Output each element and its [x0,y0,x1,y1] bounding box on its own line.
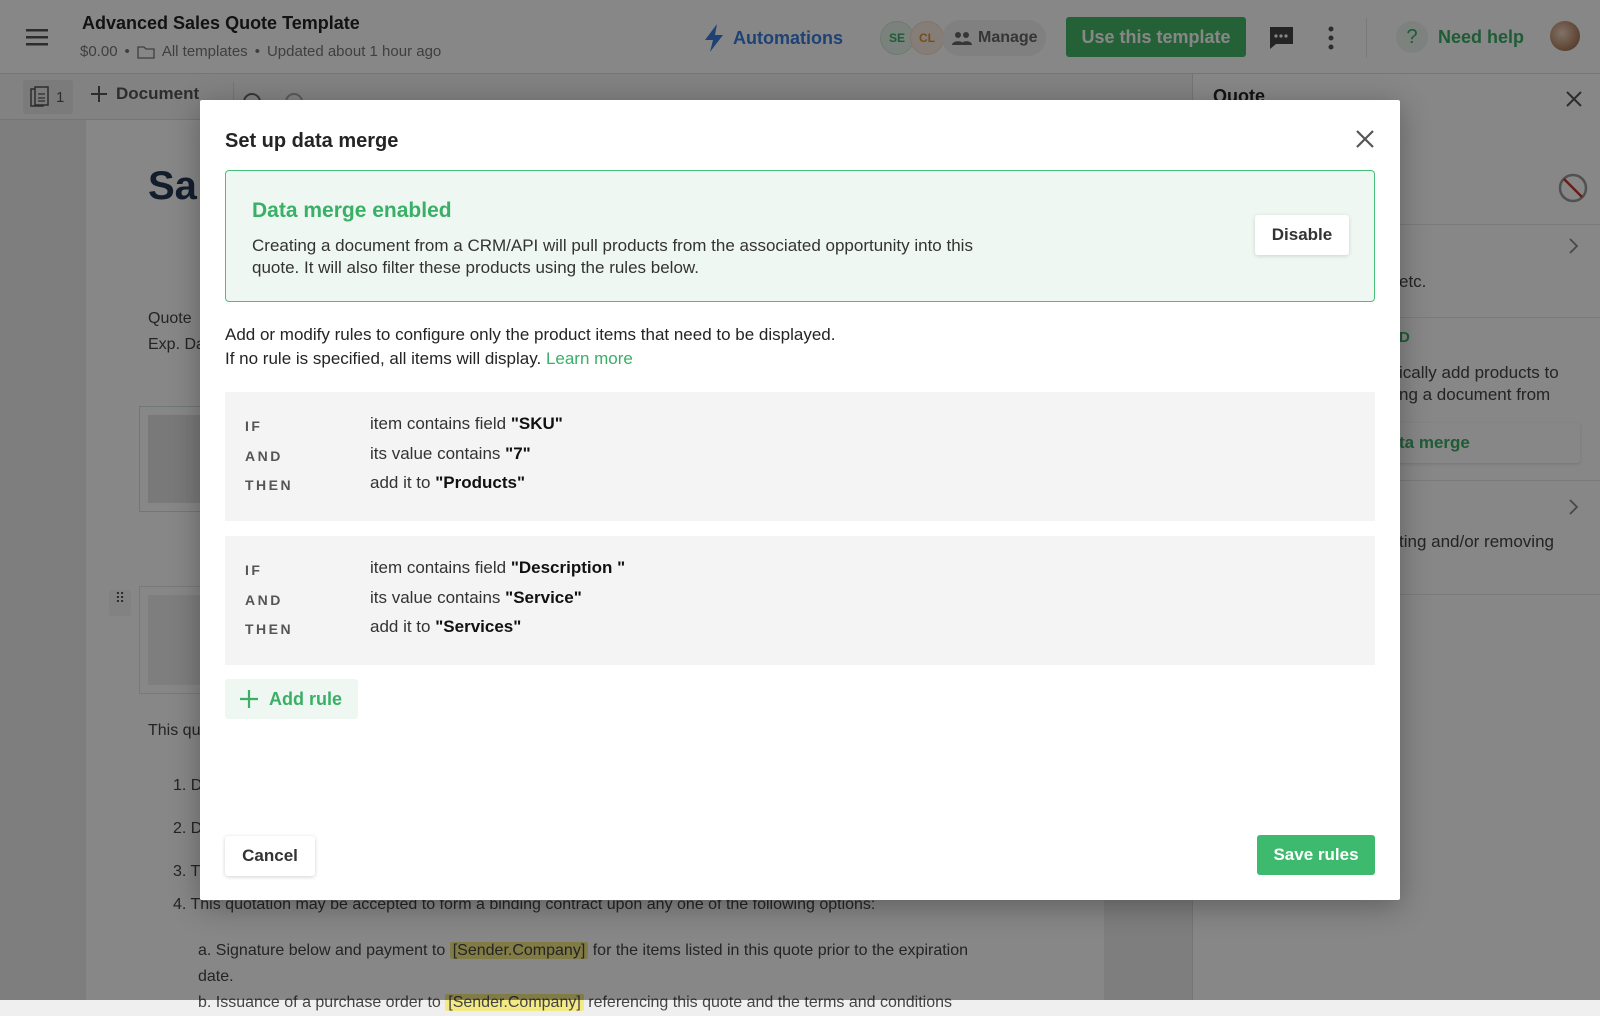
rule-text: add it to [370,473,431,492]
rule-keyword: AND [245,592,283,608]
rule-value: "Services" [435,617,522,636]
rule-text: its value contains [370,588,501,607]
plus-icon [240,690,258,708]
rule-value: "SKU" [510,414,563,433]
rule-value: "Service" [505,588,582,607]
rules-intro: Add or modify rules to configure only th… [225,323,835,371]
rule-keyword: IF [245,418,263,434]
rule-text: item contains field [370,558,507,577]
modal-title: Set up data merge [225,130,399,152]
rule-card[interactable]: IF item contains field "Description " AND… [225,536,1375,665]
rule-keyword: AND [245,448,283,464]
add-rule-button[interactable]: Add rule [225,679,358,719]
rule-text: add it to [370,617,431,636]
banner-text: Creating a document from a CRM/API will … [252,236,973,277]
add-rule-label: Add rule [269,688,343,709]
rule-value: "Description " [510,558,626,577]
rule-value: "7" [505,444,531,463]
rule-keyword: THEN [245,477,294,493]
rule-keyword: THEN [245,621,294,637]
intro-line: If no rule is specified, all items will … [225,349,542,368]
intro-line: Add or modify rules to configure only th… [225,325,836,344]
rule-text: its value contains [370,444,501,463]
disable-button[interactable]: Disable [1255,215,1349,255]
rule-text: item contains field [370,414,507,433]
banner-heading: Data merge enabled [252,199,452,222]
rule-value: "Products" [435,473,526,492]
cancel-button[interactable]: Cancel [225,836,315,876]
close-icon[interactable] [1350,124,1380,154]
learn-more-link[interactable]: Learn more [546,349,633,368]
save-rules-button[interactable]: Save rules [1257,835,1375,875]
rule-card[interactable]: IF item contains field "SKU" AND its value… [225,392,1375,521]
data-merge-status-banner: Data merge enabled Creating a document f… [225,170,1375,302]
rule-keyword: IF [245,562,263,578]
data-merge-modal: Set up data merge Data merge enabled Cre… [200,100,1400,900]
